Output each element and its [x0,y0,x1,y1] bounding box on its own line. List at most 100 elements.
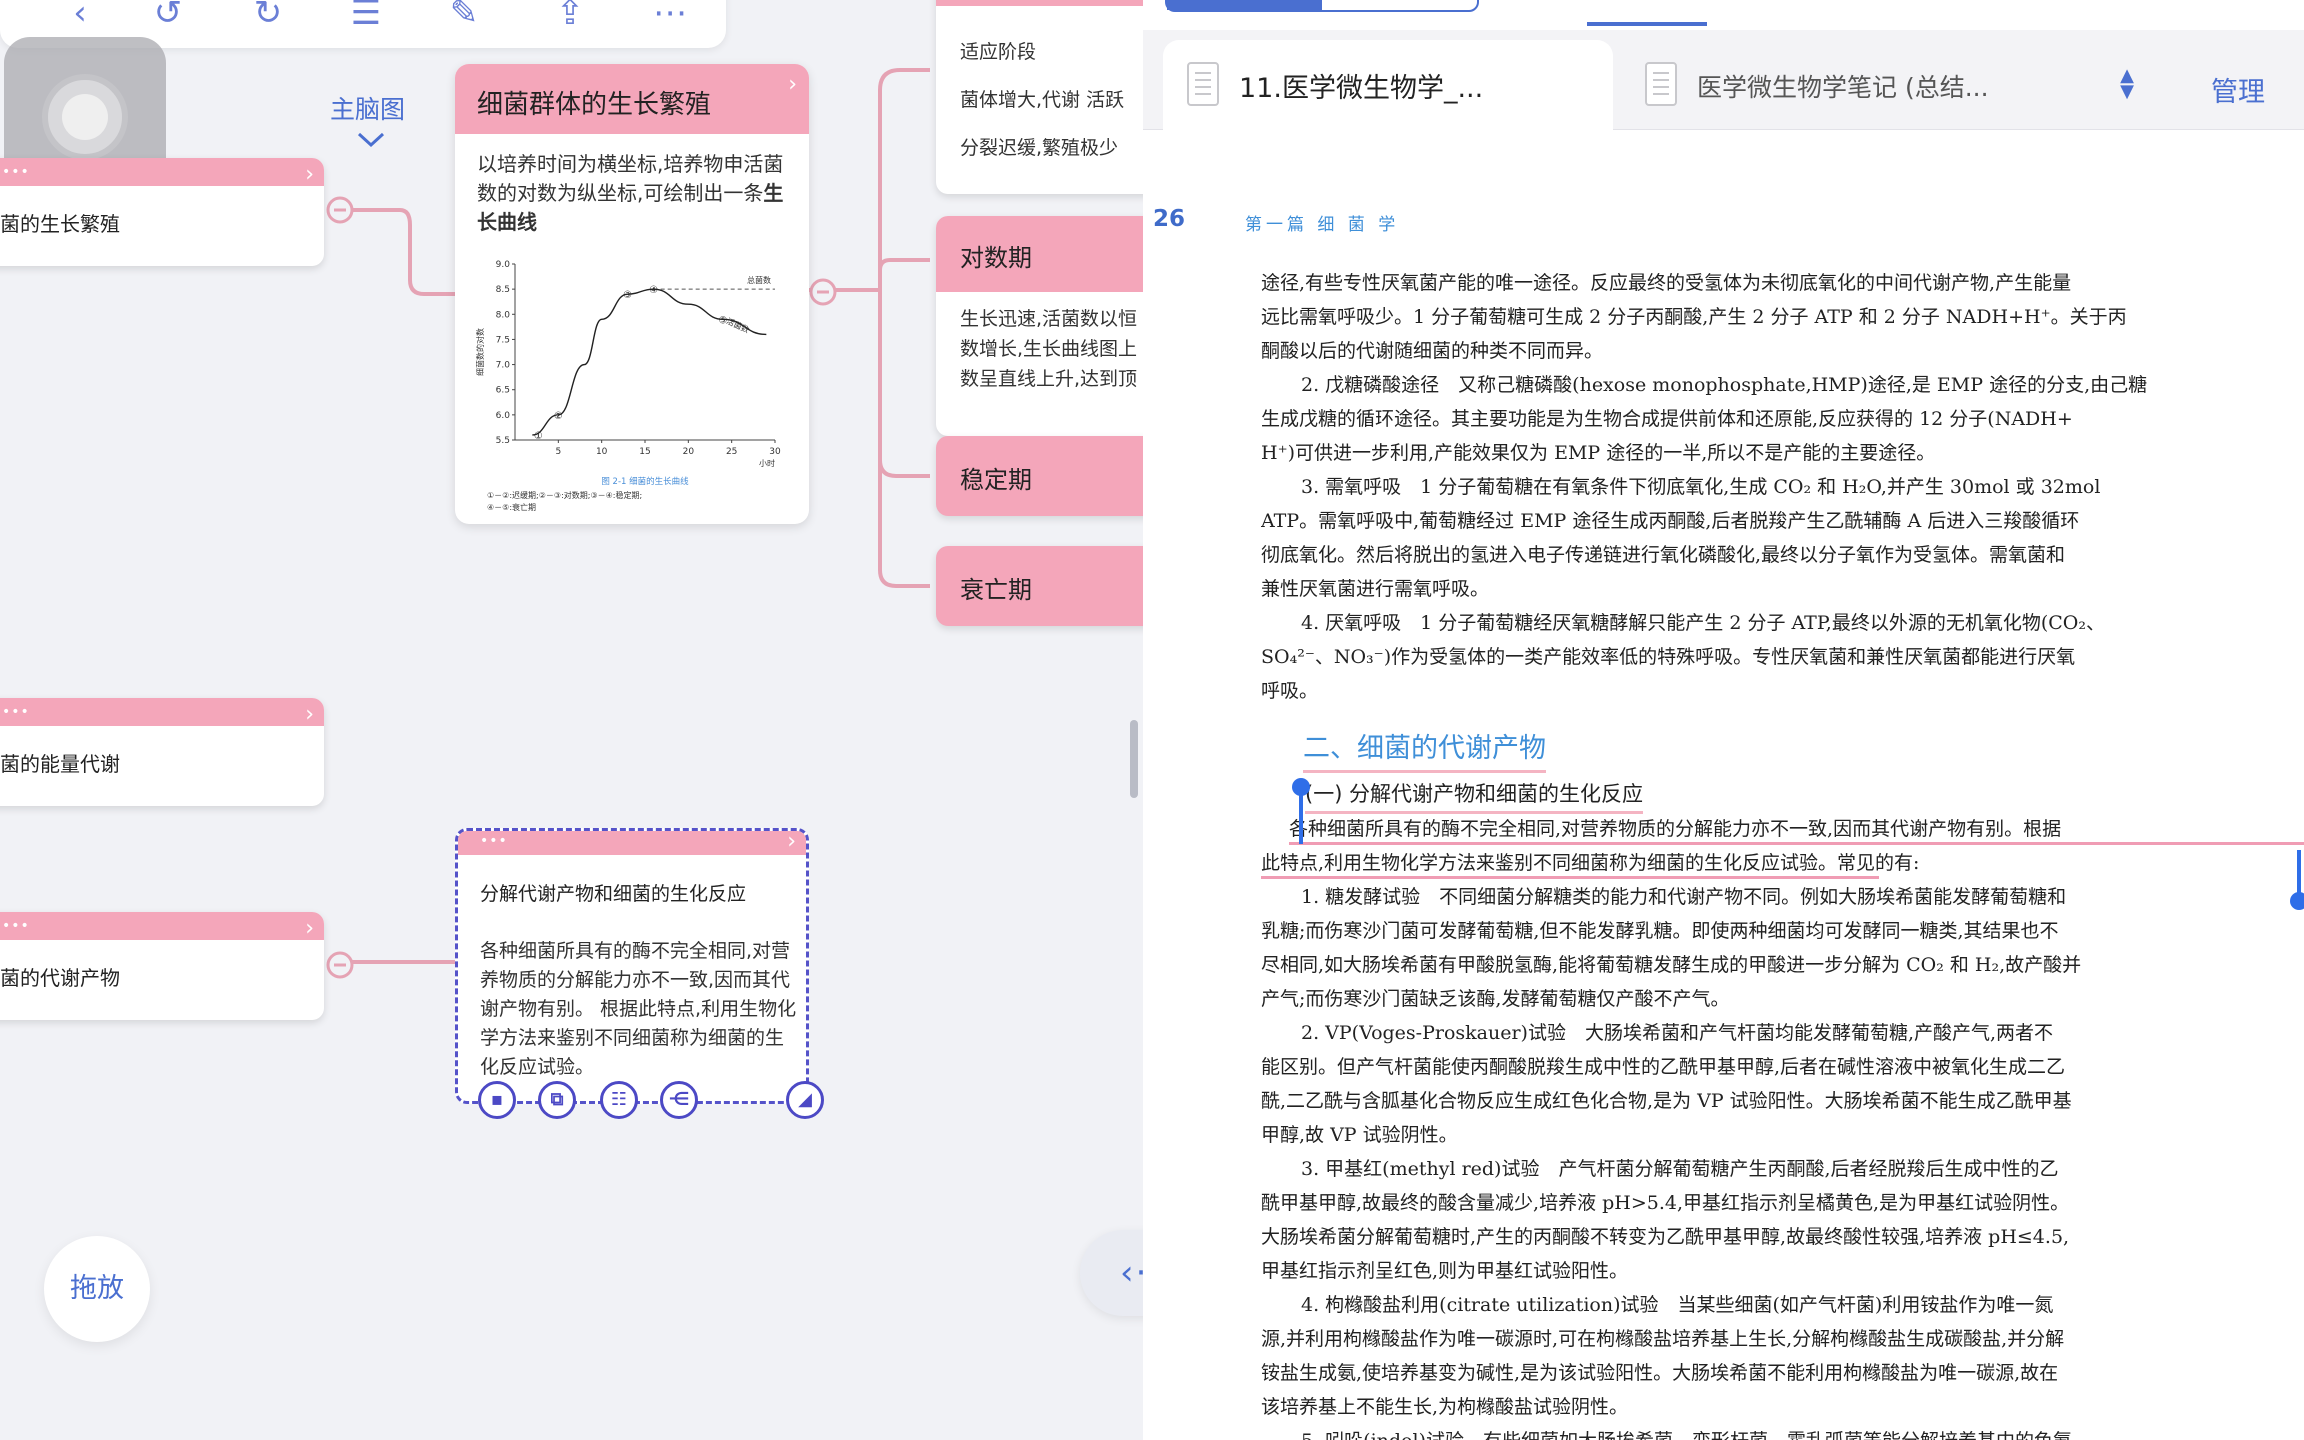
document-tab-bar: 11.医学微生物学_... 医学微生物学笔记 (总结... ▲ ▼ 管理 [1143,30,2304,130]
selection-start-knob[interactable] [1292,778,1310,796]
node-description: 以培养时间为横坐标,培养物申活菌数的对数为纵坐标,可绘制出一条生长曲线 [477,152,784,234]
tab-document-active[interactable]: 11.医学微生物学_... [1163,40,1613,130]
node-growth[interactable]: •••› 细菌的生长繁殖 [0,158,324,266]
subnode-icon[interactable]: ⧉ [538,1081,576,1119]
collapse-icon[interactable]: ◢ [786,1081,824,1119]
text-line: H⁺)可供进一步利用,产能效果仅为 EMP 途径的一半,所以不是产能的主要途径。 [1261,442,1936,464]
y-tick-label: 8.0 [496,310,511,320]
selection-start-handle[interactable] [1299,788,1303,844]
view-segment-control[interactable] [1165,0,1479,12]
text-line: 生成戊糖的循环途径。其主要功能是为生物合成提供前体和还原能,反应获得的 12 分… [1261,408,2073,430]
y-tick-label: 5.5 [496,436,510,446]
caption-note: ④－⑤:衰亡期 [487,502,536,512]
text-line: 此特点,利用生物化学方法来鉴别不同细菌称为细菌的生化反应试验。常见的有: [1261,852,1920,874]
node-metabolites[interactable]: •••› 细菌的代谢产物 [0,912,324,1020]
text-line: 源,并利用枸橼酸盐作为唯一碳源时,可在枸橼酸盐培养基上生长,分解枸橼酸盐生成碳酸… [1261,1328,2065,1350]
text-line: 彻底氧化。然后将脱出的氢进入电子传递链进行氧化磷酸化,最终以分子氧作为受氢体。需… [1261,544,2066,566]
node-log-phase[interactable]: 对数期 生长迅速,活菌数以恒 数增长,生长曲线图上 数呈直线上升,达到顶 [936,216,1143,436]
pdf-reader-panel[interactable]: 11.医学微生物学_... 医学微生物学笔记 (总结... ▲ ▼ 管理 26 第… [1143,0,2304,1440]
stage-marker: ② [554,411,563,422]
pen-icon[interactable]: ✎ [446,0,482,30]
stage-marker: ③ [623,290,632,301]
text-line: 4. 厌氧呼吸 1 分子葡萄糖经厌氧糖酵解只能产生 2 分子 ATP,最终以外源… [1301,612,2105,634]
text-line: 产气;而伤寒沙门菌缺乏该酶,发酵葡萄糖仅产酸不产气。 [1261,988,1730,1010]
expand-arrow-icon[interactable]: › [788,72,797,97]
map-view-label[interactable]: 主脑图 [330,90,405,126]
sort-icon[interactable]: ▲ ▼ [2115,67,2139,108]
stage-marker: ④ [649,285,658,296]
text-line: 甲醇,故 VP 试验阴性。 [1261,1124,1458,1146]
desc-line: 数增长,生长曲线图上 [960,338,1138,360]
node-title: 分解代谢产物和细菌的生化反应 [480,883,747,905]
list-item: 分裂迟缓,繁殖极少 [960,137,1119,159]
manage-button[interactable]: 管理 [2211,70,2265,109]
more-icon[interactable]: ⋯ [652,0,688,30]
list-icon[interactable]: ☰ [348,0,384,30]
text-line: 铵盐生成氨,使培养基变为碱性,是为该试验阳性。大肠埃希菌不能利用枸橼酸盐为唯一碳… [1261,1362,2059,1384]
highlight-underline [1289,842,2304,845]
stage-marker: ⑤ [719,315,728,326]
share-icon[interactable]: ⇪ [552,0,588,30]
figure-caption: 图 2-1 细菌的生长曲线 [601,476,689,487]
text-line: 酮酸以后的代谢随细菌的种类不同而异。 [1261,340,1604,362]
x-tick-label: 5 [555,447,561,457]
text-line: 能区别。但产气杆菌能使丙酮酸脱羧生成中性的乙酰甲基甲醇,后者在碱性溶液中被氧化生… [1261,1056,2066,1078]
text-line: 呼吸。 [1261,680,1319,702]
text-line: 甲基红指示剂呈红色,则为甲基红试验阳性。 [1261,1260,1629,1282]
tab-label: 医学微生物学笔记 (总结... [1697,73,1989,102]
split-divider-handle[interactable] [1130,720,1138,798]
redo-icon[interactable]: ↻ [250,0,286,30]
lag-phase-list: 适应阶段 菌体增大,代谢 活跃 分裂迟缓,繁殖极少 [960,28,1124,172]
section-title: 二、细菌的代谢产物 [1303,726,1546,773]
x-tick-label: 20 [683,447,695,457]
desc-line: 数呈直线上升,达到顶 [960,368,1138,390]
viable-count-label: 活菌数 [725,316,751,335]
node-title: 稳定期 [960,466,1032,494]
undo-icon[interactable]: ↺ [150,0,186,30]
mindmap-canvas[interactable]: ‹ ↺ ↻ ☰ ✎ ⇪ ⋯ 主脑图 •••› 细菌的生长繁殖 •••› 细菌的能… [0,0,1143,1440]
y-tick-label: 9.0 [496,260,511,270]
node-label: 细菌的生长繁殖 [0,212,120,236]
text-line: 3. 甲基红(methyl red)试验 产气杆菌分解葡萄糖产生丙酮酸,后者经脱… [1301,1158,2059,1180]
node-stable-phase[interactable]: 稳定期 [936,436,1143,516]
text-line: 酰甲基甲醇,故最终的酸含量减少,培养液 pH>5.4,甲基红指示剂呈橘黄色,是为… [1261,1192,2070,1214]
list-item: 适应阶段 [960,41,1037,63]
node-title: 细菌群体的生长繁殖 [477,90,712,120]
text-line: 乳糖;而伤寒沙门菌可发酵葡萄糖,但不能发酵乳糖。即使两种细菌均可发酵同一糖类,其… [1261,920,2059,942]
text-line: 途径,有些专性厌氧菌产能的唯一途径。反应最终的受氢体为未彻底氧化的中间代谢产物,… [1261,272,2072,294]
node-lag-phase[interactable]: 适应阶段 菌体增大,代谢 活跃 分裂迟缓,繁殖极少 [936,0,1143,194]
node-catabolic-products-selected[interactable]: ••• › 分解代谢产物和细菌的生化反应 各种细菌所具有的酶不完全相同,对营养物质… [455,828,809,1104]
desc-line: 生长迅速,活菌数以恒 [960,308,1138,330]
log-phase-desc: 生长迅速,活菌数以恒 数增长,生长曲线图上 数呈直线上升,达到顶 [960,304,1137,394]
back-icon[interactable]: ‹ [62,0,98,30]
y-tick-label: 7.5 [496,335,510,345]
growth-curve-line [532,288,767,436]
text-line: 5. 吲哚(indol)试验 有些细菌如大肠埃希菌、变形杆菌、霍乱弧菌等能分解培… [1261,1424,2304,1440]
tab-document-notes[interactable]: 医学微生物学笔记 (总结... [1621,40,2031,130]
chevron-down-icon[interactable] [356,130,386,150]
branch-icon[interactable]: ⋲ [660,1081,698,1119]
node-title: 衰亡期 [960,576,1032,604]
pdf-file-icon [1645,62,1677,106]
pdf-text-bottom[interactable]: 1. 糖发酵试验 不同细菌分解糖类的能力和代谢产物不同。例如大肠埃希菌能发酵葡萄… [1261,880,2304,1440]
tab-label: 11.医学微生物学_... [1239,73,1484,104]
x-axis-label: 小时 [759,458,775,468]
node-label: 细菌的能量代谢 [0,752,120,776]
comment-icon[interactable]: ▪ [478,1081,516,1119]
x-tick-label: 15 [639,447,650,457]
total-count-label: 总菌数 [747,275,771,285]
node-energy-metabolism[interactable]: •••› 细菌的能量代谢 [0,698,324,806]
sibling-icon[interactable]: ☷ [600,1081,638,1119]
node-label: 细菌的代谢产物 [0,966,120,990]
pdf-text-top[interactable]: 途径,有些专性厌氧菌产能的唯一途径。反应最终的受氢体为未彻底氧化的中间代谢产物,… [1261,266,2304,708]
node-title: 对数期 [960,244,1032,272]
node-population-growth[interactable]: 细菌群体的生长繁殖 › 以培养时间为横坐标,培养物申活菌数的对数为纵坐标,可绘制… [455,64,809,524]
selected-text[interactable]: 各种细菌所具有的酶不完全相同,对营养物质的分解能力亦不一致,因而其代谢产物有别。… [1261,812,2304,880]
node-death-phase[interactable]: 衰亡期 [936,546,1143,626]
text-line: 2. VP(Voges-Proskauer)试验 大肠埃希菌和产气杆菌均能发酵葡… [1301,1022,2054,1044]
x-tick-label: 10 [596,447,608,457]
text-line: SO₄²⁻、NO₃⁻)作为受氢体的一类产能效率低的特殊呼吸。专性厌氧菌和兼性厌氧… [1261,646,2076,668]
text-line: 该培养基上不能生长,为枸橼酸盐试验阴性。 [1261,1396,1629,1418]
drag-drop-button[interactable]: 拖放 [44,1236,150,1342]
text-line: 尽相同,如大肠埃希菌有甲酸脱氢酶,能将葡萄糖发酵生成的甲酸进一步分解为 CO₂ … [1261,954,2082,976]
